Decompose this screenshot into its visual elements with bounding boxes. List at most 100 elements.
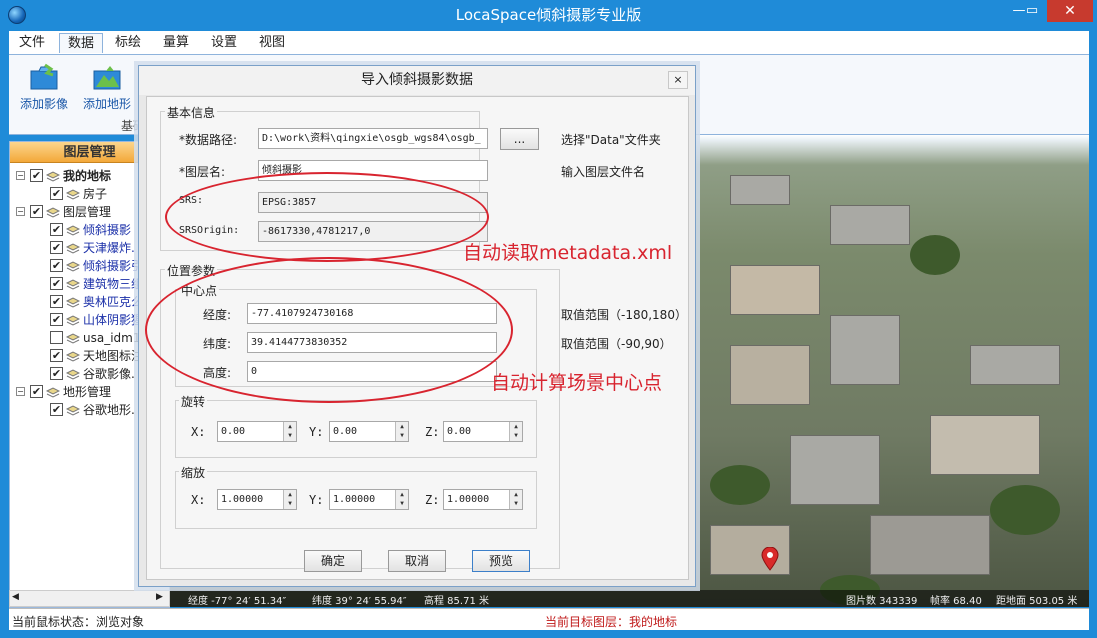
add-terrain-button[interactable]: 添加地形 [79, 63, 135, 113]
layer-visibility-checkbox[interactable]: ✔ [50, 403, 63, 416]
layer-visibility-checkbox[interactable]: ✔ [30, 205, 43, 218]
layer-stack-icon [65, 350, 81, 362]
rotation-x-label: X: [191, 425, 206, 439]
add-imagery-label: 添加影像 [19, 97, 68, 111]
cursor-latitude: 纬度 39° 24′ 55.94″ [312, 596, 407, 607]
layer-visibility-checkbox[interactable]: ✔ [30, 385, 43, 398]
rotation-y-label: Y: [309, 425, 324, 439]
layer-tree-label: 天津爆炸. [83, 241, 135, 255]
spinner-arrows-icon[interactable]: ▲ ▼ [395, 422, 408, 441]
status-bar: 当前鼠标状态：浏览对象 当前目标图层：我的地标 [9, 608, 1089, 630]
layer-visibility-checkbox[interactable]: ✔ [30, 169, 43, 182]
spinner-arrows-icon[interactable]: ▲ ▼ [283, 490, 296, 509]
menu-view[interactable]: 视图 [251, 33, 293, 53]
menu-file[interactable]: 文件 [11, 33, 53, 53]
layer-stack-icon [65, 296, 81, 308]
scene-building [930, 415, 1040, 475]
menu-measure[interactable]: 量算 [155, 33, 197, 53]
scroll-left-icon[interactable]: ◀ [12, 592, 19, 602]
window-title: LocaSpace倾斜摄影专业版 [455, 6, 642, 24]
annotation-metadata-text: 自动读取metadata.xml [463, 242, 673, 264]
maximize-button[interactable]: ▭ [1019, 0, 1045, 22]
scale-y-value: 1.00000 [333, 494, 376, 505]
annotation-center-text: 自动计算场景中心点 [491, 372, 663, 394]
spinner-arrows-icon[interactable]: ▲ ▼ [509, 422, 522, 441]
data-path-field[interactable]: D:\work\资料\qingxie\osgb_wgs84\osgb_ [258, 128, 488, 149]
tree-expand-toggle[interactable]: − [16, 387, 25, 396]
rotation-z-value: 0.00 [447, 426, 472, 437]
menu-plot[interactable]: 标绘 [107, 33, 149, 53]
layer-visibility-checkbox[interactable]: ✔ [50, 277, 63, 290]
layer-stack-icon [65, 242, 81, 254]
map-pin-icon[interactable] [761, 546, 779, 571]
close-window-button[interactable]: ✕ [1047, 0, 1093, 22]
layer-stack-icon [45, 170, 61, 182]
layer-visibility-checkbox[interactable]: ✔ [50, 349, 63, 362]
basic-info-caption: 基本信息 [165, 104, 218, 121]
layer-tree-label: 房子 [83, 187, 108, 201]
add-imagery-button[interactable]: 添加影像 [16, 63, 72, 113]
scale-y-spinner[interactable]: 1.00000 ▲ ▼ [329, 489, 409, 510]
tree-expand-toggle[interactable]: − [16, 171, 25, 180]
layer-name-hint: 输入图层文件名 [561, 165, 646, 179]
spinner-arrows-icon[interactable]: ▲ ▼ [283, 422, 296, 441]
layer-visibility-checkbox[interactable]: ✔ [50, 295, 63, 308]
cancel-button[interactable]: 取消 [388, 550, 446, 572]
layer-visibility-checkbox[interactable]: ✔ [50, 187, 63, 200]
layer-stack-icon [65, 188, 81, 200]
scene-tree [910, 235, 960, 275]
layer-stack-icon [65, 332, 81, 344]
ok-button[interactable]: 确定 [304, 550, 362, 572]
scene-tree [710, 465, 770, 505]
layer-visibility-checkbox[interactable]: ✔ [50, 241, 63, 254]
layer-tree-label: 建筑物三组 [83, 277, 144, 291]
layer-visibility-checkbox[interactable]: ✔ [50, 367, 63, 380]
add-terrain-label: 添加地形 [82, 97, 131, 111]
scene-building [730, 265, 820, 315]
browse-button[interactable]: ... [500, 128, 539, 150]
layer-tree-label: 倾斜摄影引 [83, 259, 144, 273]
rotation-z-spinner[interactable]: 0.00 ▲ ▼ [443, 421, 523, 442]
rotation-x-value: 0.00 [221, 426, 246, 437]
target-layer-text: 当前目标图层：我的地标 [545, 615, 678, 629]
layer-visibility-checkbox[interactable]: ✔ [50, 223, 63, 236]
annotation-ellipse-srs [165, 172, 489, 262]
menu-data[interactable]: 数据 [59, 33, 104, 53]
scale-z-value: 1.00000 [447, 494, 490, 505]
layer-visibility-checkbox[interactable]: ✔ [50, 313, 63, 326]
view-status-bar: 经度 -77° 24′ 51.34″ 纬度 39° 24′ 55.94″ 高程 … [170, 590, 1089, 607]
layer-tree-label: 我的地标 [63, 169, 112, 183]
scale-z-spinner[interactable]: 1.00000 ▲ ▼ [443, 489, 523, 510]
rotation-y-value: 0.00 [333, 426, 358, 437]
scene-building [830, 205, 910, 245]
layer-tree-label: 奥林匹克么 [83, 295, 144, 309]
scale-y-label: Y: [309, 493, 324, 507]
rotation-x-spinner[interactable]: 0.00 ▲ ▼ [217, 421, 297, 442]
layer-tree-label: 地形管理 [63, 385, 112, 399]
scroll-right-icon[interactable]: ▶ [156, 592, 163, 602]
spinner-arrows-icon[interactable]: ▲ ▼ [509, 490, 522, 509]
data-path-hint: 选择"Data"文件夹 [561, 133, 661, 147]
preview-button[interactable]: 预览 [472, 550, 530, 572]
layer-stack-icon [45, 206, 61, 218]
tree-expand-toggle[interactable]: − [16, 207, 25, 216]
scale-z-label: Z: [425, 493, 440, 507]
menu-settings[interactable]: 设置 [203, 33, 245, 53]
dialog-close-button[interactable]: × [668, 71, 688, 89]
spinner-arrows-icon[interactable]: ▲ ▼ [395, 490, 408, 509]
rotation-z-label: Z: [425, 425, 440, 439]
layer-name-label: *图层名: [179, 165, 226, 179]
scene-building [730, 345, 810, 405]
scale-x-spinner[interactable]: 1.00000 ▲ ▼ [217, 489, 297, 510]
layer-stack-icon [65, 224, 81, 236]
layer-visibility-checkbox[interactable]: ✔ [50, 259, 63, 272]
add-terrain-icon [92, 63, 122, 91]
cursor-longitude: 经度 -77° 24′ 51.34″ [188, 596, 287, 607]
rotation-y-spinner[interactable]: 0.00 ▲ ▼ [329, 421, 409, 442]
layer-visibility-checkbox[interactable] [50, 331, 63, 344]
scale-caption: 缩放 [179, 464, 208, 481]
data-path-label: *数据路径: [179, 133, 238, 147]
layer-panel-scrollbar[interactable]: ◀ ▶ [9, 590, 170, 607]
layer-tree-label: 山体阴影猩 [83, 313, 144, 327]
annotation-ellipse-center [145, 257, 513, 403]
